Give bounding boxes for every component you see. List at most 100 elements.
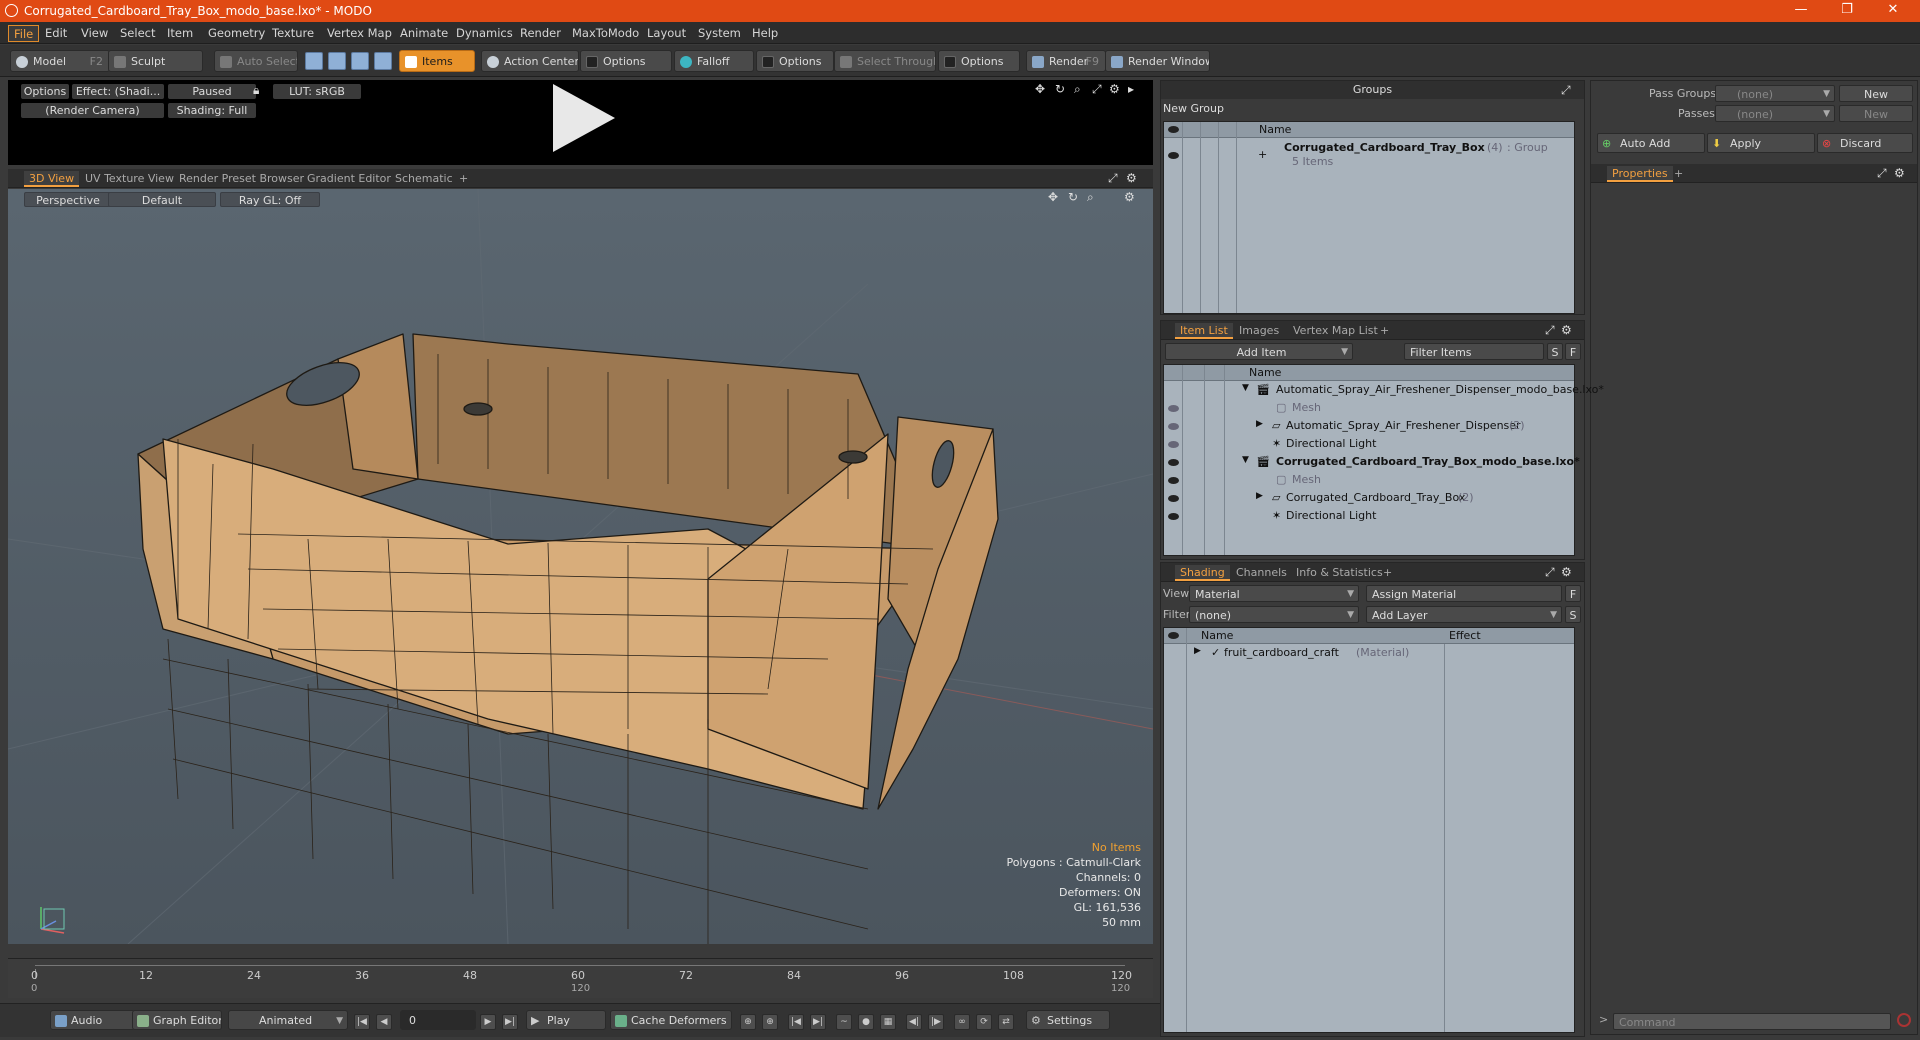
menu-select[interactable]: Select — [115, 25, 160, 42]
key-filter-icon[interactable]: ▦ — [880, 1014, 896, 1030]
menu-view[interactable]: View — [76, 25, 113, 42]
skip-start-icon[interactable]: |◀ — [354, 1014, 370, 1030]
render-window-button[interactable]: Render Window — [1105, 50, 1210, 72]
menu-texture[interactable]: Texture — [267, 25, 319, 42]
vertices-mode-icon[interactable] — [305, 52, 323, 70]
visibility-eye-icon[interactable] — [1168, 495, 1179, 502]
list-item[interactable]: ▢ Mesh — [1164, 473, 1574, 488]
minimize-button[interactable]: — — [1778, 0, 1824, 22]
view-dropdown[interactable]: Material ▼ — [1189, 585, 1359, 602]
timeline[interactable]: 0 12 24 36 48 60 72 84 96 108 120 0 120 … — [8, 958, 1153, 998]
curve-icon[interactable]: ~ — [836, 1014, 852, 1030]
visibility-eye-icon[interactable] — [1168, 459, 1179, 466]
tab-item-list[interactable]: Item List — [1175, 323, 1233, 339]
falloff-button[interactable]: Falloff — [674, 50, 754, 72]
shading-f-button[interactable]: F — [1565, 585, 1581, 602]
maximize-button[interactable]: ❐ — [1824, 0, 1870, 22]
preview-camera-dropdown[interactable]: (Render Camera) — [21, 103, 164, 118]
command-history-icon[interactable] — [1897, 1013, 1911, 1027]
visibility-eye-icon[interactable] — [1168, 405, 1179, 412]
add-layer-dropdown[interactable]: Add Layer ▼ — [1366, 606, 1562, 623]
expand-icon[interactable]: ⤢ — [1092, 82, 1102, 97]
menu-geometry[interactable]: Geometry — [203, 25, 270, 42]
expand-icon[interactable]: ⤢ — [1561, 83, 1571, 98]
select-through-button[interactable]: Select Through — [834, 50, 936, 72]
discard-button[interactable]: ⊗ Discard — [1817, 133, 1913, 153]
add-tab-button[interactable]: + — [1669, 166, 1688, 182]
new-pass-group-button[interactable]: New — [1839, 85, 1913, 102]
group-name[interactable]: Corrugated_Cardboard_Tray_Box — [1284, 141, 1485, 154]
close-button[interactable]: ✕ — [1870, 0, 1916, 22]
add-tab-button[interactable]: + — [1378, 565, 1397, 581]
tab-schematic[interactable]: Schematic — [390, 171, 458, 187]
preview-effect-dropdown[interactable]: Effect: (Shadi... — [72, 84, 164, 99]
filter-items-input[interactable]: Filter Items — [1404, 343, 1544, 360]
gear-icon[interactable]: ⚙ — [1894, 166, 1905, 180]
passes-dropdown[interactable]: (none) ▼ — [1715, 105, 1835, 122]
new-pass-button[interactable]: New — [1839, 105, 1913, 122]
expand-icon[interactable]: ▶ — [1256, 491, 1263, 501]
skip-end-icon[interactable]: ▶| — [502, 1014, 518, 1030]
tab-vertex-map-list[interactable]: Vertex Map List — [1288, 323, 1383, 339]
cache-deformers-button[interactable]: Cache Deformers — [610, 1010, 732, 1030]
select-through-options-button[interactable]: Options — [938, 50, 1020, 72]
tab-uv-texture-view[interactable]: UV Texture View — [80, 171, 179, 187]
gear-icon[interactable]: ⚙ — [1109, 82, 1120, 96]
menu-edit[interactable]: Edit — [40, 25, 72, 42]
add-item-dropdown[interactable]: Add Item ▼ — [1165, 343, 1353, 360]
items-mode-button[interactable]: Items — [399, 50, 475, 72]
list-item[interactable]: ▼ 🎬︎ Automatic_Spray_Air_Freshener_Dispe… — [1164, 383, 1604, 398]
filter-f-button[interactable]: F — [1565, 343, 1581, 360]
list-item[interactable]: ▼ 🎬︎ Corrugated_Cardboard_Tray_Box_modo_… — [1164, 455, 1580, 470]
tab-images[interactable]: Images — [1234, 323, 1284, 339]
menu-render[interactable]: Render — [515, 25, 566, 42]
lock-icon[interactable]: 🔒︎ — [253, 83, 259, 98]
visibility-eye-icon[interactable] — [1168, 513, 1179, 520]
assign-material-button[interactable]: Assign Material — [1366, 585, 1562, 602]
gear-icon[interactable]: ⚙ — [1561, 323, 1572, 337]
graph-editor-button[interactable]: Graph Editor — [132, 1010, 222, 1030]
tab-channels[interactable]: Channels — [1231, 565, 1292, 581]
action-center-options-button[interactable]: Options — [580, 50, 672, 72]
falloff-options-button[interactable]: Options — [756, 50, 834, 72]
tab-shading[interactable]: Shading — [1175, 565, 1230, 581]
link-icon[interactable]: ∞ — [954, 1014, 970, 1030]
play-button[interactable]: ▶ Play — [526, 1010, 606, 1030]
step-back-icon[interactable]: ◀ — [376, 1014, 392, 1030]
collapse-icon[interactable]: ▼ — [1242, 455, 1249, 465]
rotate-icon[interactable]: ↻ — [1055, 82, 1065, 96]
model-button[interactable]: Model F2 — [10, 50, 110, 72]
key-icon[interactable]: ⊕ — [740, 1014, 756, 1030]
expand-icon[interactable]: ▶ — [1194, 646, 1201, 656]
tab-properties[interactable]: Properties — [1607, 166, 1673, 182]
menu-file[interactable]: File — [8, 25, 40, 42]
auto-add-button[interactable]: ⊕ Auto Add — [1597, 133, 1705, 153]
tab-info-statistics[interactable]: Info & Statistics — [1291, 565, 1388, 581]
auto-select-button[interactable]: Auto Select — [214, 50, 298, 72]
zoom-icon[interactable]: ⌕ — [1074, 82, 1081, 97]
tab-3d-view[interactable]: 3D View — [24, 171, 80, 187]
menu-system[interactable]: System — [693, 25, 746, 42]
sync-icon[interactable]: ⟳ — [976, 1014, 992, 1030]
move-icon[interactable]: ✥ — [1035, 82, 1045, 96]
menu-item[interactable]: Item — [162, 25, 198, 42]
command-input[interactable]: Command — [1613, 1013, 1891, 1030]
frame-input[interactable]: 0 — [400, 1010, 476, 1030]
expand-icon[interactable]: ▶ — [1256, 419, 1263, 429]
animated-dropdown[interactable]: Animated ▼ — [228, 1010, 348, 1030]
add-tab-button[interactable]: + — [1375, 323, 1394, 339]
add-tab-button[interactable]: + — [454, 171, 473, 187]
prev-frame-icon[interactable]: ◀| — [906, 1014, 922, 1030]
list-item[interactable]: ✶ Directional Light — [1164, 509, 1574, 524]
preview-lut-dropdown[interactable]: LUT: sRGB — [273, 84, 361, 99]
play-icon[interactable] — [553, 84, 615, 152]
list-item[interactable]: ▢ Mesh — [1164, 401, 1574, 416]
tab-gradient-editor[interactable]: Gradient Editor — [302, 171, 396, 187]
render-button[interactable]: Render F9 — [1026, 50, 1106, 72]
sculpt-button[interactable]: Sculpt — [108, 50, 203, 72]
materials-mode-icon[interactable] — [374, 52, 392, 70]
pass-groups-dropdown[interactable]: (none) ▼ — [1715, 85, 1835, 102]
preview-paused-button[interactable]: Paused — [168, 84, 256, 99]
menu-vertex-map[interactable]: Vertex Map — [322, 25, 397, 42]
tab-render-preset-browser[interactable]: Render Preset Browser — [174, 171, 309, 187]
